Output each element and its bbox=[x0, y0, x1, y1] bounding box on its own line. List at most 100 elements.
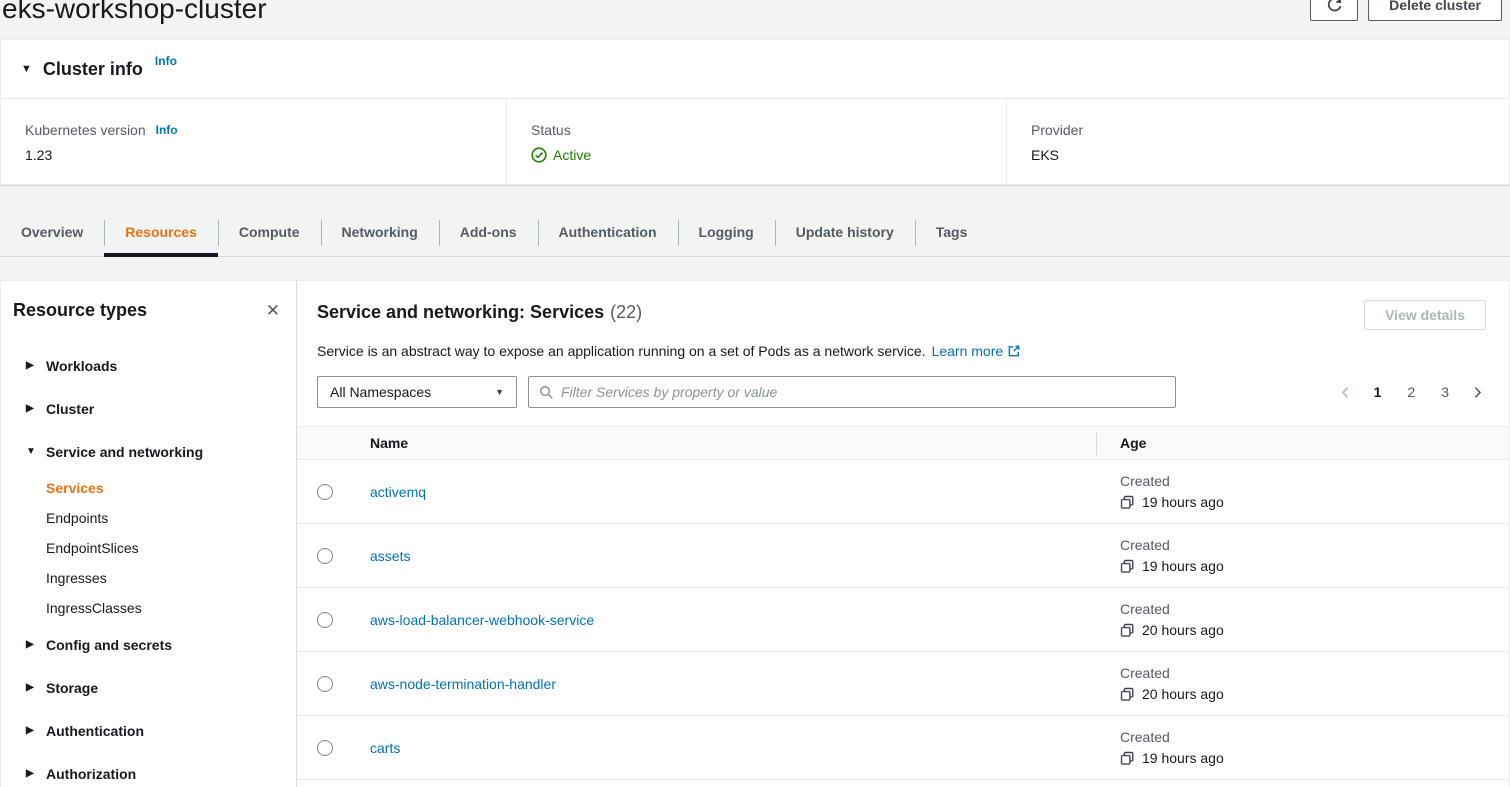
pagination: 1 2 3 bbox=[1337, 382, 1486, 402]
row-radio[interactable] bbox=[317, 612, 333, 628]
field-info-link[interactable]: Info bbox=[156, 122, 178, 138]
row-radio[interactable] bbox=[317, 740, 333, 756]
page-number[interactable]: 1 bbox=[1368, 382, 1388, 402]
tab[interactable]: Update history bbox=[775, 210, 915, 256]
row-radio[interactable] bbox=[317, 676, 333, 692]
delete-cluster-button[interactable]: Delete cluster bbox=[1368, 0, 1502, 21]
resource-types-sidebar: Resource types ✕ ▶ Workloads ▶ Cluster bbox=[1, 281, 297, 787]
service-link[interactable]: aws-load-balancer-webhook-service bbox=[370, 612, 594, 628]
field-value: 1.23 bbox=[25, 147, 52, 163]
sidebar-item[interactable]: ▶ Cluster bbox=[1, 387, 296, 430]
copy-icon[interactable] bbox=[1120, 623, 1135, 638]
service-link[interactable]: assets bbox=[370, 548, 410, 564]
search-box bbox=[528, 376, 1176, 408]
service-link[interactable]: activemq bbox=[370, 484, 426, 500]
sidebar-item[interactable]: ▶ Authentication bbox=[1, 709, 296, 752]
service-link[interactable]: aws-node-termination-handler bbox=[370, 676, 556, 692]
tab[interactable]: Overview bbox=[0, 210, 104, 256]
age-value: 19 hours ago bbox=[1142, 558, 1224, 574]
group-caret-icon: ▶ bbox=[26, 768, 46, 779]
group-caret-icon: ▼ bbox=[26, 446, 46, 457]
tab[interactable]: Logging bbox=[678, 210, 775, 256]
page-title: eks-workshop-cluster bbox=[2, 0, 267, 30]
external-link-icon bbox=[1007, 345, 1021, 361]
field-value: Active bbox=[553, 147, 591, 163]
sidebar-item[interactable]: Services bbox=[1, 473, 296, 503]
status-active-icon bbox=[531, 147, 547, 163]
table-row: carts Created 19 hours ago bbox=[297, 716, 1509, 780]
table-row: activemq Created 19 hours ago bbox=[297, 460, 1509, 524]
chevron-down-icon: ▼ bbox=[495, 387, 504, 397]
sidebar-item[interactable]: ▼ Service and networking bbox=[1, 430, 296, 473]
tab[interactable]: Resources bbox=[104, 210, 218, 256]
tab[interactable]: Compute bbox=[218, 210, 321, 256]
sidebar-item[interactable]: ▶ Config and secrets bbox=[1, 623, 296, 666]
copy-icon[interactable] bbox=[1120, 495, 1135, 510]
table-row: aws-node-termination-handler Created 20 … bbox=[297, 652, 1509, 716]
tab[interactable]: Tags bbox=[915, 210, 989, 256]
table-row: Created bbox=[297, 780, 1509, 787]
namespace-select[interactable]: All Namespaces ▼ bbox=[317, 376, 517, 408]
eks-cluster-page: eks-workshop-cluster Delete cluster ▼ Cl… bbox=[0, 0, 1510, 787]
cluster-tabs-bar: Overview Resources Compute Networking Ad… bbox=[0, 210, 1510, 257]
cluster-info-field: Provider EKS bbox=[1006, 99, 1509, 185]
sidebar-item[interactable]: ▶ Authorization bbox=[1, 752, 296, 787]
services-description: Service is an abstract way to expose an … bbox=[317, 342, 1486, 362]
collapse-caret-icon[interactable]: ▼ bbox=[21, 63, 32, 75]
sidebar-item[interactable]: Ingresses bbox=[1, 563, 296, 593]
age-value: 19 hours ago bbox=[1142, 750, 1224, 766]
filter-services-input[interactable] bbox=[561, 384, 1165, 400]
next-page-icon[interactable] bbox=[1469, 384, 1486, 401]
sidebar-title: Resource types bbox=[13, 300, 147, 321]
previous-page-icon[interactable] bbox=[1337, 384, 1354, 401]
age-value: 19 hours ago bbox=[1142, 494, 1224, 510]
field-label: Kubernetes version bbox=[25, 122, 146, 138]
row-radio[interactable] bbox=[317, 548, 333, 564]
learn-more-link[interactable]: Learn more bbox=[932, 343, 1004, 359]
table-row: assets Created 19 hours ago bbox=[297, 524, 1509, 588]
field-label: Provider bbox=[1031, 122, 1083, 138]
cluster-info-fields: Kubernetes version Info 1.23 Status bbox=[1, 99, 1509, 185]
cluster-info-field: Kubernetes version Info 1.23 bbox=[1, 99, 506, 185]
group-caret-icon: ▶ bbox=[26, 725, 46, 736]
tab[interactable]: Networking bbox=[321, 210, 439, 256]
sidebar-item[interactable]: Endpoints bbox=[1, 503, 296, 533]
copy-icon[interactable] bbox=[1120, 751, 1135, 766]
cluster-info-card: ▼ Cluster info Info Kubernetes version I… bbox=[0, 39, 1510, 185]
page-number[interactable]: 2 bbox=[1401, 382, 1421, 402]
services-count: (22) bbox=[610, 302, 642, 322]
created-label: Created bbox=[1120, 729, 1509, 745]
tab[interactable]: Add-ons bbox=[439, 210, 538, 256]
age-value: 20 hours ago bbox=[1142, 622, 1224, 638]
field-value: EKS bbox=[1031, 147, 1059, 163]
cluster-info-info-link[interactable]: Info bbox=[155, 54, 177, 68]
sidebar-item[interactable]: EndpointSlices bbox=[1, 533, 296, 563]
group-caret-icon: ▶ bbox=[26, 639, 46, 650]
created-label: Created bbox=[1120, 537, 1509, 553]
copy-icon[interactable] bbox=[1120, 559, 1135, 574]
tab[interactable]: Authentication bbox=[538, 210, 678, 256]
column-header-name: Name bbox=[353, 435, 1096, 451]
header-actions: Delete cluster bbox=[1310, 0, 1502, 21]
created-label: Created bbox=[1120, 665, 1509, 681]
age-value: 20 hours ago bbox=[1142, 686, 1224, 702]
page-number[interactable]: 3 bbox=[1435, 382, 1455, 402]
column-header-age: Age bbox=[1096, 435, 1509, 451]
cluster-info-header[interactable]: ▼ Cluster info Info bbox=[1, 40, 1509, 99]
view-details-button[interactable]: View details bbox=[1364, 300, 1486, 330]
close-icon[interactable]: ✕ bbox=[266, 300, 280, 322]
service-link[interactable]: carts bbox=[370, 740, 400, 756]
services-heading: Service and networking: Services(22) bbox=[317, 300, 642, 324]
refresh-button[interactable] bbox=[1310, 0, 1358, 21]
services-table: Name Age activemq Created bbox=[297, 426, 1509, 787]
table-header-row: Name Age bbox=[297, 426, 1509, 460]
row-radio[interactable] bbox=[317, 484, 333, 500]
sidebar-item[interactable]: ▶ Storage bbox=[1, 666, 296, 709]
sidebar-item[interactable]: ▶ Workloads bbox=[1, 344, 296, 387]
sidebar-item[interactable]: IngressClasses bbox=[1, 593, 296, 623]
copy-icon[interactable] bbox=[1120, 687, 1135, 702]
cluster-info-field: Status Active bbox=[506, 99, 1006, 185]
group-caret-icon: ▶ bbox=[26, 360, 46, 371]
created-label: Created bbox=[1120, 601, 1509, 617]
resource-types-list: ▶ Workloads ▶ Cluster ▼ Service and netw… bbox=[1, 344, 296, 787]
